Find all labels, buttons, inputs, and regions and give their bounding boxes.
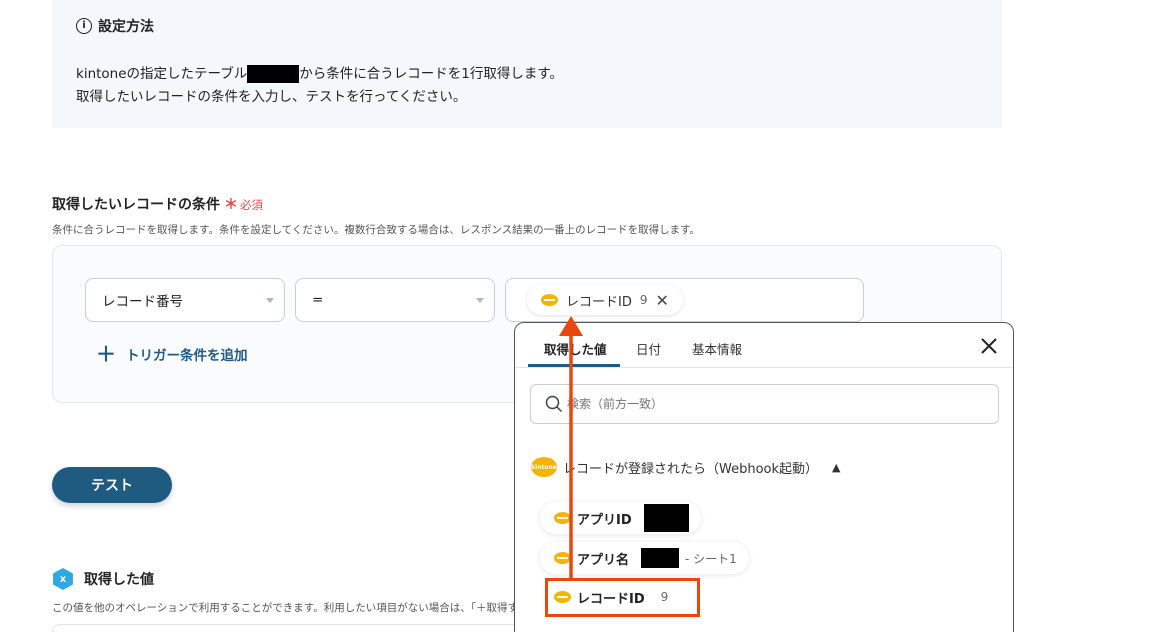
info-box: i 設定方法 kintoneの指定したテーブル から条件に合うレコードを1行取得し… — [52, 0, 1002, 128]
plus-icon: ＋ — [96, 342, 116, 366]
add-trigger-button[interactable]: ＋ トリガー条件を追加 — [96, 344, 248, 364]
info-line-1: kintoneの指定したテーブル から条件に合うレコードを1行取得します。 — [76, 65, 563, 83]
redacted-block — [247, 65, 300, 83]
required-label: 必須 — [240, 198, 263, 212]
info-header: i 設定方法 — [76, 16, 154, 36]
redacted-block — [643, 504, 689, 532]
annotation-arrow — [559, 316, 583, 578]
info-line-2: 取得したいレコードの条件を入力し、テストを行ってください。 — [76, 89, 467, 105]
tab-date[interactable]: 日付 — [636, 339, 661, 358]
required-mark: ＊ — [224, 197, 238, 213]
kintone-icon — [541, 294, 558, 306]
got-values-panel — [52, 624, 514, 632]
close-icon[interactable] — [979, 336, 999, 356]
popup-tabs: 取得した値 日付 基本情報 — [515, 323, 1013, 368]
redacted-block — [641, 548, 680, 568]
yoom-hex-icon: x — [53, 568, 73, 590]
caret-down-icon — [476, 298, 484, 303]
remove-chip-icon[interactable]: ✕ — [656, 291, 669, 310]
value-chip[interactable]: レコードID 9 ✕ — [527, 285, 683, 315]
highlight-box — [545, 578, 700, 617]
search-input[interactable] — [567, 397, 967, 411]
operator-select[interactable]: = — [295, 278, 495, 322]
got-values-description: この値を他のオペレーションで利用することができます。利用したい項目がない場合は、… — [52, 602, 514, 614]
info-title: 設定方法 — [98, 19, 154, 35]
condition-title: 取得したいレコードの条件＊必須 — [52, 197, 263, 213]
info-icon: i — [76, 18, 92, 34]
condition-description: 条件に合うレコードを取得します。条件を設定してください。複数行合致する場合は、レ… — [52, 224, 701, 236]
chevron-up-icon[interactable]: ▲ — [832, 461, 840, 474]
search-field[interactable] — [530, 384, 999, 424]
test-button[interactable]: テスト — [52, 467, 172, 503]
kintone-logo-icon: kintone — [531, 457, 557, 477]
caret-down-icon — [266, 298, 274, 303]
tab-basic-info[interactable]: 基本情報 — [692, 339, 742, 358]
field-select[interactable]: レコード番号 — [85, 278, 285, 322]
got-values-header: x 取得した値 — [52, 568, 154, 590]
